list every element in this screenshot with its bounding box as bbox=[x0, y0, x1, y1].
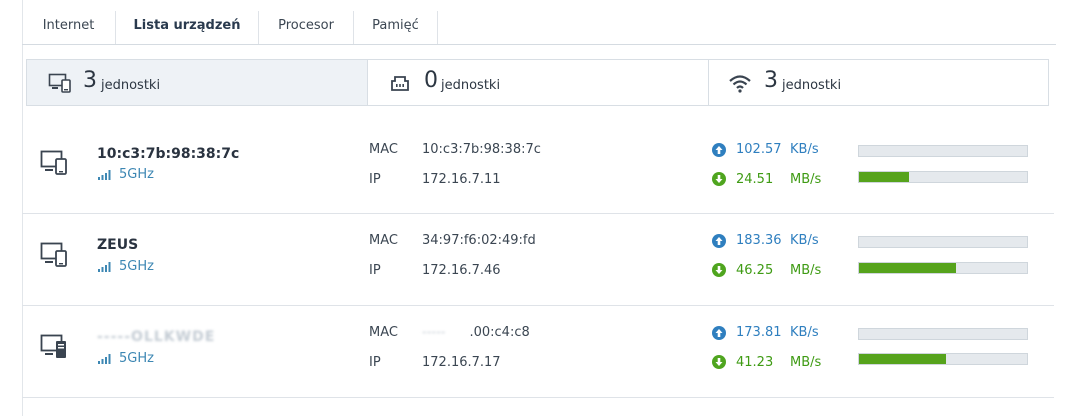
upload-bar bbox=[858, 145, 1028, 157]
wifi-icon bbox=[729, 75, 751, 93]
summary-all-unit: jednostki bbox=[101, 78, 161, 93]
computer-phone-icon bbox=[40, 150, 67, 175]
download-bar bbox=[858, 262, 1028, 274]
summary-all-count: 3 bbox=[83, 68, 97, 93]
devices-icon bbox=[48, 73, 71, 93]
download-arrow-icon bbox=[712, 263, 726, 277]
ethernet-port-icon bbox=[391, 76, 409, 91]
tab-bar: Internet Lista urządzeń Procesor Pamięć bbox=[22, 11, 1056, 45]
download-bar-fill bbox=[859, 354, 947, 364]
ip-label: IP bbox=[369, 355, 381, 370]
upload-rate: 183.36 bbox=[736, 233, 782, 248]
summary-wifi-unit: jednostki bbox=[782, 78, 842, 93]
device-band: 5GHz bbox=[119, 351, 154, 366]
device-row[interactable]: 10:c3:7b:98:38:7c 5GHz MAC 10:c3:7b:98:3… bbox=[22, 121, 1054, 214]
ip-label: IP bbox=[369, 263, 381, 278]
mac-value: 34:97:f6:02:49:fd bbox=[422, 233, 536, 248]
tab-memory[interactable]: Pamięć bbox=[354, 11, 438, 44]
download-unit: MB/s bbox=[790, 263, 822, 278]
upload-unit: KB/s bbox=[790, 142, 819, 157]
ip-value: 172.16.7.46 bbox=[422, 263, 501, 278]
tab-device-list[interactable]: Lista urządzeń bbox=[116, 11, 259, 44]
download-rate: 46.25 bbox=[736, 263, 774, 278]
mac-obscured-part: ----- bbox=[422, 325, 446, 340]
download-rate: 41.23 bbox=[736, 355, 774, 370]
summary-wifi-devices[interactable]: 3 jednostki bbox=[709, 60, 1048, 105]
upload-bar bbox=[858, 236, 1028, 248]
signal-strength-icon bbox=[98, 354, 111, 364]
upload-arrow-icon bbox=[712, 234, 726, 248]
device-band: 5GHz bbox=[119, 167, 154, 182]
signal-strength-icon bbox=[98, 262, 111, 272]
download-unit: MB/s bbox=[790, 355, 822, 370]
ip-value: 172.16.7.17 bbox=[422, 355, 501, 370]
mac-visible-part: .00:c4:c8 bbox=[469, 325, 530, 340]
mac-label: MAC bbox=[369, 325, 398, 340]
upload-bar bbox=[858, 328, 1028, 340]
download-rate: 24.51 bbox=[736, 172, 774, 187]
summary-wired-unit: jednostki bbox=[441, 78, 501, 93]
download-bar bbox=[858, 171, 1028, 183]
ip-value: 172.16.7.11 bbox=[422, 172, 501, 187]
device-row[interactable]: -----OLLKWDE 5GHz MAC ----- .00:c4:c8 IP … bbox=[22, 305, 1054, 398]
summary-wired-count: 0 bbox=[424, 68, 438, 93]
download-bar-fill bbox=[859, 172, 910, 182]
summary-wifi-count: 3 bbox=[764, 68, 778, 93]
download-arrow-icon bbox=[712, 172, 726, 186]
device-row[interactable]: ZEUS 5GHz MAC 34:97:f6:02:49:fd IP 172.1… bbox=[22, 213, 1054, 306]
device-name: -----OLLKWDE bbox=[97, 329, 216, 345]
upload-unit: KB/s bbox=[790, 325, 819, 340]
upload-arrow-icon bbox=[712, 143, 726, 157]
upload-arrow-icon bbox=[712, 326, 726, 340]
download-bar bbox=[858, 353, 1028, 365]
mac-label: MAC bbox=[369, 142, 398, 157]
mac-value: 10:c3:7b:98:38:7c bbox=[422, 142, 541, 157]
device-name: ZEUS bbox=[97, 237, 139, 253]
device-band: 5GHz bbox=[119, 259, 154, 274]
upload-unit: KB/s bbox=[790, 233, 819, 248]
computer-tower-icon bbox=[40, 334, 66, 358]
ip-label: IP bbox=[369, 172, 381, 187]
tab-processor[interactable]: Procesor bbox=[259, 11, 354, 44]
download-arrow-icon bbox=[712, 355, 726, 369]
summary-wired-devices[interactable]: 0 jednostki bbox=[368, 60, 708, 105]
upload-rate: 173.81 bbox=[736, 325, 782, 340]
mac-label: MAC bbox=[369, 233, 398, 248]
summary-all-devices[interactable]: 3 jednostki bbox=[27, 60, 367, 105]
signal-strength-icon bbox=[98, 170, 111, 180]
mac-value: ----- .00:c4:c8 bbox=[422, 325, 530, 340]
tab-internet[interactable]: Internet bbox=[22, 11, 116, 44]
download-bar-fill bbox=[859, 263, 957, 273]
upload-rate: 102.57 bbox=[736, 142, 782, 157]
download-unit: MB/s bbox=[790, 172, 822, 187]
device-summary: 3 jednostki 0 jednostki 3 jednostki bbox=[26, 59, 1049, 106]
computer-phone-icon bbox=[40, 242, 67, 267]
device-name: 10:c3:7b:98:38:7c bbox=[97, 146, 240, 162]
